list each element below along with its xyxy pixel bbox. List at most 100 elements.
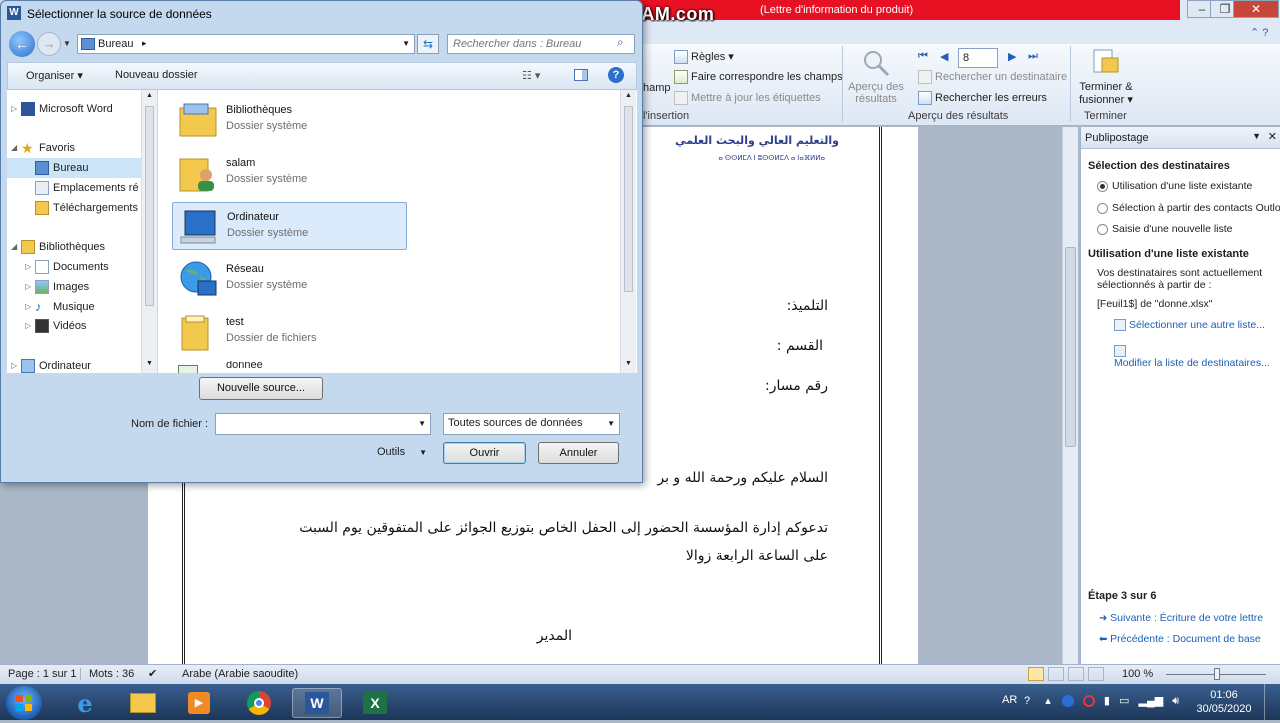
help-icon[interactable]: ? [1024, 695, 1030, 707]
modify-list-link[interactable]: Modifier la liste de destinataires... [1114, 345, 1280, 369]
close-button[interactable]: ✕ [1233, 0, 1279, 18]
address-bar[interactable]: Bureau ▸ ▼ [77, 34, 415, 54]
next-step-link[interactable]: ➜ Suivante : Écriture de votre lettre [1099, 612, 1263, 624]
file-name-dropdown-icon[interactable]: ▼ [418, 419, 426, 428]
print-layout-icon[interactable] [1028, 667, 1044, 681]
finish-merge-button[interactable]: Terminer & fusionner ▾ [1076, 48, 1136, 106]
nav-desktop[interactable]: Bureau [7, 158, 155, 178]
file-item-donnee[interactable]: donnee [172, 361, 407, 373]
show-desktop-button[interactable] [1264, 684, 1280, 720]
last-record-icon[interactable]: ⏭ [1028, 50, 1038, 63]
taskbar-word[interactable]: W [292, 688, 342, 718]
ribbon-collapse-icon[interactable]: ⌃ ? [1250, 26, 1276, 40]
file-item-libraries[interactable]: Bibliothèques Dossier système [172, 96, 407, 144]
start-button[interactable] [6, 686, 42, 720]
nav-videos[interactable]: ▷ Vidéos [7, 316, 155, 336]
taskbar-chrome[interactable] [234, 688, 284, 718]
volume-icon[interactable]: 🔊︎ [1172, 695, 1179, 707]
nav-libraries[interactable]: ◢ Bibliothèques [7, 237, 155, 257]
preview-results-button[interactable]: Aperçu des résultats [848, 48, 904, 105]
zoom-level[interactable]: 100 % [1122, 668, 1153, 680]
cancel-button[interactable]: Annuler [538, 442, 619, 464]
document-scroll-thumb[interactable] [1065, 247, 1076, 447]
insert-field-fragment[interactable]: hamp [643, 82, 671, 94]
file-item-salam[interactable]: salam Dossier système [172, 149, 407, 197]
scroll-down-icon[interactable]: ▼ [625, 360, 632, 367]
check-errors-button[interactable]: Rechercher les erreurs [918, 91, 1047, 105]
language-indicator[interactable]: Arabe (Arabie saoudite) [182, 668, 298, 680]
file-scrollbar[interactable]: ▲ ▼ [620, 90, 636, 373]
page-count[interactable]: Page : 1 sur 1 [8, 668, 77, 680]
prev-step-link[interactable]: ⬅ Précédente : Document de base [1099, 633, 1261, 645]
web-layout-icon[interactable] [1068, 667, 1084, 681]
nav-images[interactable]: ▷ Images [7, 277, 155, 297]
file-scroll-thumb[interactable] [624, 106, 633, 292]
outline-icon[interactable] [1088, 667, 1104, 681]
preview-pane-icon[interactable] [574, 69, 588, 81]
tray-arrow-icon[interactable]: ▴ [1045, 695, 1051, 707]
file-item-test[interactable]: test Dossier de fichiers [172, 308, 407, 356]
signal-icon[interactable]: ▂▄▆ [1139, 695, 1164, 707]
address-dropdown-icon[interactable]: ▼ [402, 39, 410, 48]
proofing-icon[interactable]: ✔ [148, 667, 157, 680]
nav-scroll-thumb[interactable] [145, 106, 154, 306]
taskbar-media[interactable]: ▶ [174, 688, 224, 718]
record-number-input[interactable]: 8 [958, 48, 998, 68]
zoom-slider-thumb[interactable] [1214, 668, 1220, 680]
language-bar[interactable]: AR [1002, 694, 1017, 706]
document-scrollbar[interactable] [1062, 127, 1078, 664]
network-icon[interactable]: ▮ [1104, 695, 1110, 707]
view-options-icon[interactable]: ☷ ▾ [522, 69, 540, 82]
organize-menu[interactable]: Organiser ▾ [26, 69, 83, 82]
nav-recent-places[interactable]: Emplacements ré [7, 178, 155, 198]
nav-downloads[interactable]: Téléchargements [7, 198, 155, 218]
forward-button[interactable]: → [37, 32, 61, 56]
find-recipient-button[interactable]: Rechercher un destinataire [918, 70, 1067, 84]
help-icon[interactable]: ? [608, 67, 624, 83]
back-button[interactable]: ← [9, 31, 35, 57]
option-outlook[interactable]: Sélection à partir des contacts Outlook [1097, 202, 1280, 214]
option-existing-list[interactable]: Utilisation d'une liste existante [1097, 180, 1252, 192]
match-fields-button[interactable]: Faire correspondre les champs [674, 70, 843, 84]
file-type-dropdown-icon[interactable]: ▼ [607, 419, 615, 428]
tray-icons[interactable]: ? ▴ ▮ ▭ ▂▄▆ 🔊︎ [1024, 694, 1179, 708]
nav-scrollbar[interactable]: ▲ ▼ [141, 90, 157, 373]
open-button[interactable]: Ouvrir [443, 442, 526, 464]
file-item-computer[interactable]: Ordinateur Dossier système [172, 202, 407, 250]
nav-music[interactable]: ▷ ♪ Musique [7, 297, 155, 317]
taskbar-explorer[interactable] [118, 688, 168, 718]
taskbar-ie[interactable]: e [60, 688, 110, 718]
tools-menu[interactable]: Outils ▼ [377, 446, 427, 458]
new-folder-button[interactable]: Nouveau dossier [115, 69, 198, 81]
scroll-up-icon[interactable]: ▲ [146, 92, 153, 99]
rules-button[interactable]: Règles ▾ [674, 50, 734, 65]
nav-documents[interactable]: ▷ Documents [7, 257, 155, 277]
file-name-input[interactable]: ▼ [215, 413, 431, 435]
first-record-icon[interactable]: ⏮ [918, 50, 928, 63]
update-labels-button[interactable]: Mettre à jour les étiquettes [674, 91, 821, 105]
next-record-icon[interactable]: ▶ [1008, 50, 1016, 63]
file-type-select[interactable]: Toutes sources de données ▼ [443, 413, 620, 435]
record-icon[interactable] [1082, 695, 1095, 708]
prev-record-icon[interactable]: ◀ [940, 50, 948, 63]
select-other-list-link[interactable]: Sélectionner une autre liste... [1114, 319, 1265, 332]
battery-icon[interactable]: ▭ [1119, 695, 1129, 707]
breadcrumb-chevron-icon[interactable]: ▸ [142, 38, 147, 49]
bluetooth-icon[interactable] [1061, 695, 1074, 708]
pane-menu-icon[interactable]: ▼ [1252, 131, 1261, 141]
scroll-up-icon[interactable]: ▲ [625, 92, 632, 99]
nav-favorites[interactable]: ◢ ★ Favoris [7, 138, 155, 158]
option-new-list[interactable]: Saisie d'une nouvelle liste [1097, 223, 1233, 235]
word-count[interactable]: Mots : 36 [80, 668, 134, 680]
new-source-button[interactable]: Nouvelle source... [199, 377, 323, 400]
refresh-button[interactable]: ⇆ [417, 34, 439, 54]
pane-close-icon[interactable]: ✕ [1268, 130, 1277, 143]
clock[interactable]: 01:06 30/05/2020 [1196, 689, 1252, 715]
search-input[interactable]: Rechercher dans : Bureau [447, 34, 635, 54]
full-screen-icon[interactable] [1048, 667, 1064, 681]
nav-computer[interactable]: ▷ Ordinateur [7, 356, 155, 376]
taskbar-excel[interactable]: X [350, 688, 400, 718]
file-item-network[interactable]: Réseau Dossier système [172, 255, 407, 303]
scroll-down-icon[interactable]: ▼ [146, 360, 153, 367]
nav-microsoft-word[interactable]: ▷ Microsoft Word [7, 99, 155, 119]
